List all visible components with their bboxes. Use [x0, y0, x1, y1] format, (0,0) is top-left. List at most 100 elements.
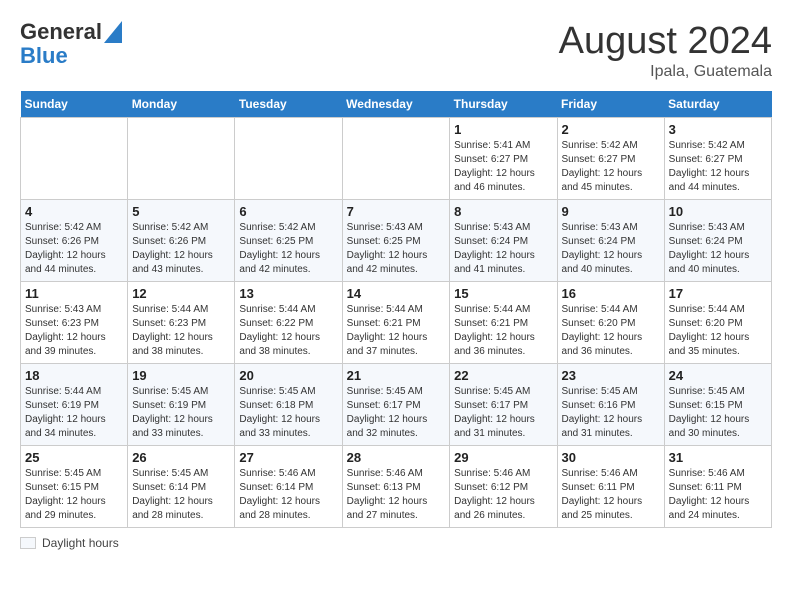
logo-line2: Blue [20, 44, 122, 68]
day-number: 4 [25, 204, 123, 219]
calendar-cell: 8Sunrise: 5:43 AMSunset: 6:24 PMDaylight… [450, 200, 557, 282]
day-number: 11 [25, 286, 123, 301]
logo: General Blue [20, 20, 122, 68]
day-number: 12 [132, 286, 230, 301]
calendar-day-header: Friday [557, 91, 664, 118]
day-number: 9 [562, 204, 660, 219]
day-number: 28 [347, 450, 446, 465]
legend-label: Daylight hours [42, 536, 119, 550]
day-number: 2 [562, 122, 660, 137]
calendar-cell: 25 Sunrise: 5:45 AMSunset: 6:15 PMDayligh… [21, 446, 128, 528]
month-year: August 2024 [559, 20, 772, 63]
calendar-cell: 2 Sunrise: 5:42 AMSunset: 6:27 PMDaylight… [557, 118, 664, 200]
calendar-cell: 15Sunrise: 5:44 AMSunset: 6:21 PMDayligh… [450, 282, 557, 364]
calendar-cell: 22Sunrise: 5:45 AMSunset: 6:17 PMDayligh… [450, 364, 557, 446]
day-info: Sunrise: 5:43 AMSunset: 6:24 PMDaylight:… [562, 221, 660, 277]
calendar-cell: 6 Sunrise: 5:42 AMSunset: 6:25 PMDaylight… [235, 200, 342, 282]
day-number: 27 [239, 450, 337, 465]
calendar-cell: 21 Sunrise: 5:45 AMSunset: 6:17 PMDayligh… [342, 364, 450, 446]
day-number: 3 [669, 122, 767, 137]
day-info: Sunrise: 5:45 AMSunset: 6:17 PMDaylight:… [347, 385, 446, 441]
day-number: 10 [669, 204, 767, 219]
day-info: Sunrise: 5:44 AMSunset: 6:21 PMDaylight:… [454, 303, 552, 359]
calendar-cell: 31Sunrise: 5:46 AMSunset: 6:11 PMDayligh… [664, 446, 771, 528]
day-info: Sunrise: 5:41 AMSunset: 6:27 PMDaylight:… [454, 139, 552, 195]
day-info: Sunrise: 5:42 AMSunset: 6:26 PMDaylight:… [132, 221, 230, 277]
calendar-cell: 28 Sunrise: 5:46 AMSunset: 6:13 PMDayligh… [342, 446, 450, 528]
calendar-cell [21, 118, 128, 200]
day-info: Sunrise: 5:43 AMSunset: 6:23 PMDaylight:… [25, 303, 123, 359]
calendar-cell: 16 Sunrise: 5:44 AMSunset: 6:20 PMDayligh… [557, 282, 664, 364]
calendar-day-header: Wednesday [342, 91, 450, 118]
calendar-cell: 1 Sunrise: 5:41 AMSunset: 6:27 PMDaylight… [450, 118, 557, 200]
calendar-week-row: 1 Sunrise: 5:41 AMSunset: 6:27 PMDaylight… [21, 118, 772, 200]
calendar-cell: 23 Sunrise: 5:45 AMSunset: 6:16 PMDayligh… [557, 364, 664, 446]
calendar-day-header: Monday [128, 91, 235, 118]
day-number: 25 [25, 450, 123, 465]
logo-line1: General [20, 19, 102, 44]
day-info: Sunrise: 5:46 AMSunset: 6:14 PMDaylight:… [239, 467, 337, 523]
calendar-cell: 30Sunrise: 5:46 AMSunset: 6:11 PMDayligh… [557, 446, 664, 528]
day-info: Sunrise: 5:45 AMSunset: 6:15 PMDaylight:… [25, 467, 123, 523]
day-info: Sunrise: 5:44 AMSunset: 6:20 PMDaylight:… [562, 303, 660, 359]
footer-legend: Daylight hours [20, 536, 772, 550]
calendar-day-header: Saturday [664, 91, 771, 118]
day-info: Sunrise: 5:45 AMSunset: 6:15 PMDaylight:… [669, 385, 767, 441]
day-number: 21 [347, 368, 446, 383]
day-info: Sunrise: 5:45 AMSunset: 6:19 PMDaylight:… [132, 385, 230, 441]
calendar-cell: 26 Sunrise: 5:45 AMSunset: 6:14 PMDayligh… [128, 446, 235, 528]
calendar-cell: 19 Sunrise: 5:45 AMSunset: 6:19 PMDayligh… [128, 364, 235, 446]
day-info: Sunrise: 5:42 AMSunset: 6:25 PMDaylight:… [239, 221, 337, 277]
day-number: 6 [239, 204, 337, 219]
calendar-week-row: 4 Sunrise: 5:42 AMSunset: 6:26 PMDaylight… [21, 200, 772, 282]
calendar-cell: 14 Sunrise: 5:44 AMSunset: 6:21 PMDayligh… [342, 282, 450, 364]
day-number: 22 [454, 368, 552, 383]
day-number: 1 [454, 122, 552, 137]
calendar-day-header: Sunday [21, 91, 128, 118]
day-info: Sunrise: 5:42 AMSunset: 6:27 PMDaylight:… [562, 139, 660, 195]
day-number: 16 [562, 286, 660, 301]
calendar-day-header: Tuesday [235, 91, 342, 118]
day-info: Sunrise: 5:46 AMSunset: 6:13 PMDaylight:… [347, 467, 446, 523]
legend-box [20, 537, 36, 549]
day-info: Sunrise: 5:44 AMSunset: 6:19 PMDaylight:… [25, 385, 123, 441]
logo-triangle-icon [104, 21, 122, 43]
calendar-cell: 27 Sunrise: 5:46 AMSunset: 6:14 PMDayligh… [235, 446, 342, 528]
day-number: 20 [239, 368, 337, 383]
day-number: 14 [347, 286, 446, 301]
day-info: Sunrise: 5:43 AMSunset: 6:25 PMDaylight:… [347, 221, 446, 277]
calendar-cell: 11 Sunrise: 5:43 AMSunset: 6:23 PMDayligh… [21, 282, 128, 364]
day-number: 19 [132, 368, 230, 383]
day-number: 23 [562, 368, 660, 383]
calendar-cell: 4 Sunrise: 5:42 AMSunset: 6:26 PMDaylight… [21, 200, 128, 282]
day-info: Sunrise: 5:44 AMSunset: 6:21 PMDaylight:… [347, 303, 446, 359]
calendar-cell: 24Sunrise: 5:45 AMSunset: 6:15 PMDayligh… [664, 364, 771, 446]
day-info: Sunrise: 5:44 AMSunset: 6:22 PMDaylight:… [239, 303, 337, 359]
day-info: Sunrise: 5:45 AMSunset: 6:16 PMDaylight:… [562, 385, 660, 441]
day-info: Sunrise: 5:45 AMSunset: 6:18 PMDaylight:… [239, 385, 337, 441]
calendar-cell: 7 Sunrise: 5:43 AMSunset: 6:25 PMDaylight… [342, 200, 450, 282]
day-number: 31 [669, 450, 767, 465]
calendar-cell [235, 118, 342, 200]
calendar-cell: 20 Sunrise: 5:45 AMSunset: 6:18 PMDayligh… [235, 364, 342, 446]
calendar-day-header: Thursday [450, 91, 557, 118]
calendar-cell: 3 Sunrise: 5:42 AMSunset: 6:27 PMDaylight… [664, 118, 771, 200]
location: Ipala, Guatemala [559, 63, 772, 81]
day-info: Sunrise: 5:42 AMSunset: 6:27 PMDaylight:… [669, 139, 767, 195]
day-info: Sunrise: 5:44 AMSunset: 6:23 PMDaylight:… [132, 303, 230, 359]
calendar-cell: 10Sunrise: 5:43 AMSunset: 6:24 PMDayligh… [664, 200, 771, 282]
calendar-cell: 29Sunrise: 5:46 AMSunset: 6:12 PMDayligh… [450, 446, 557, 528]
calendar-table: SundayMondayTuesdayWednesdayThursdayFrid… [20, 91, 772, 528]
day-info: Sunrise: 5:42 AMSunset: 6:26 PMDaylight:… [25, 221, 123, 277]
calendar-week-row: 25 Sunrise: 5:45 AMSunset: 6:15 PMDayligh… [21, 446, 772, 528]
day-info: Sunrise: 5:45 AMSunset: 6:14 PMDaylight:… [132, 467, 230, 523]
day-number: 26 [132, 450, 230, 465]
calendar-cell: 12 Sunrise: 5:44 AMSunset: 6:23 PMDayligh… [128, 282, 235, 364]
calendar-cell: 18Sunrise: 5:44 AMSunset: 6:19 PMDayligh… [21, 364, 128, 446]
title-section: August 2024 Ipala, Guatemala [559, 20, 772, 81]
day-number: 8 [454, 204, 552, 219]
day-number: 17 [669, 286, 767, 301]
day-number: 13 [239, 286, 337, 301]
calendar-cell: 5Sunrise: 5:42 AMSunset: 6:26 PMDaylight… [128, 200, 235, 282]
day-number: 7 [347, 204, 446, 219]
